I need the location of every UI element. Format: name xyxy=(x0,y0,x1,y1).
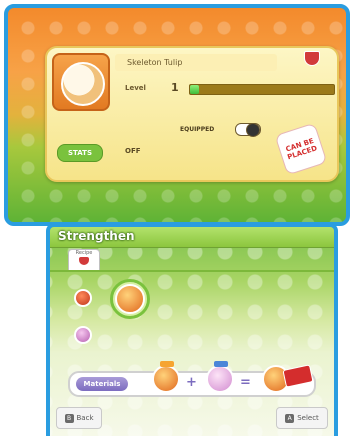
item-name: Skeleton Tulip xyxy=(115,54,277,71)
back-button[interactable]: B Back xyxy=(56,407,102,429)
material-orange-selected[interactable] xyxy=(110,279,150,319)
stats-value: OFF xyxy=(125,147,141,155)
title-bar: Strengthen xyxy=(50,227,334,248)
select-label: Select xyxy=(297,414,319,422)
select-button[interactable]: A Select xyxy=(276,407,328,429)
stats-button[interactable]: STATS xyxy=(57,144,103,162)
b-button-glyph: B xyxy=(64,413,74,423)
level-progress-fill xyxy=(190,85,199,94)
tab-recipe[interactable]: Recipe xyxy=(68,249,100,271)
level-value: 1 xyxy=(171,81,179,94)
slot-tag xyxy=(160,361,174,367)
a-button-glyph: A xyxy=(285,413,295,423)
item-info-card: Skeleton Tulip Level 1 EQUIPPED STATS OF… xyxy=(45,46,339,182)
orange-material-icon xyxy=(115,284,145,314)
level-progress-bar xyxy=(189,84,335,95)
red-material-icon xyxy=(74,289,92,307)
materials-label: Materials xyxy=(76,377,128,391)
material-pink[interactable] xyxy=(72,324,94,346)
back-label: Back xyxy=(76,414,94,422)
can-be-placed-badge: CAN BE PLACED xyxy=(274,122,328,176)
screen-title: Strengthen xyxy=(58,229,135,243)
slot-tag xyxy=(214,361,228,367)
cup-icon xyxy=(79,257,89,265)
recipe-slot-2 xyxy=(206,361,234,393)
bottom-screen: Strengthen Recipe Materials + = B Back AS… xyxy=(46,223,338,436)
equipped-toggle[interactable] xyxy=(235,123,261,137)
sell-cup-icon xyxy=(304,51,320,66)
recipe-bar: Materials + = xyxy=(68,361,316,397)
top-screen: Skeleton Tulip Level 1 EQUIPPED STATS OF… xyxy=(4,4,350,226)
equipped-label: EQUIPPED xyxy=(180,126,215,133)
sell-cup-badge xyxy=(297,50,327,76)
material-red[interactable] xyxy=(72,287,94,309)
plus-sign: + xyxy=(186,375,197,390)
recipe-slot-1 xyxy=(152,361,180,393)
tab-label: Recipe xyxy=(75,250,93,256)
pink-material-icon xyxy=(74,326,92,344)
equals-sign: = xyxy=(240,375,251,390)
toggle-knob xyxy=(246,123,260,137)
tab-underline xyxy=(50,270,334,272)
level-label: Level xyxy=(125,84,146,92)
flower-item-icon xyxy=(61,62,105,106)
item-icon-frame xyxy=(52,53,110,111)
